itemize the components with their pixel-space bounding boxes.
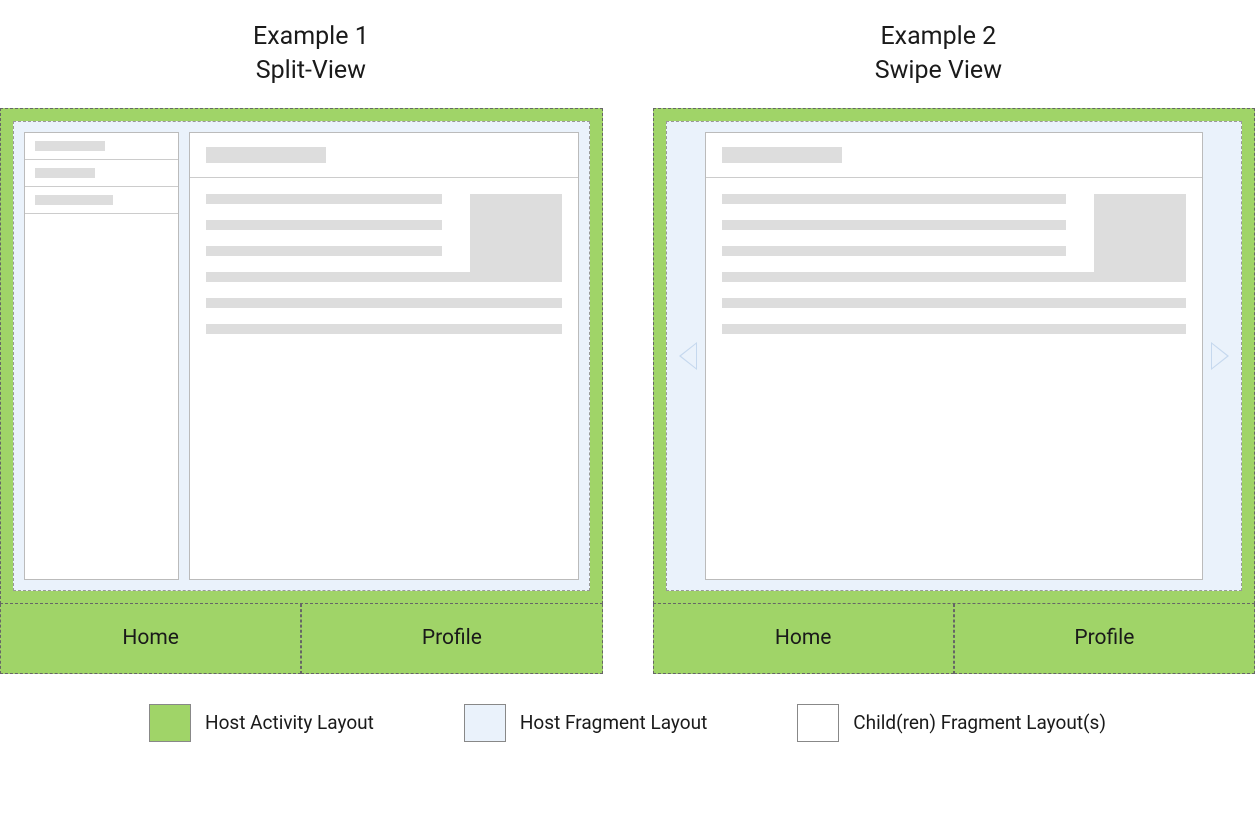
title-line: Swipe View [875,54,1002,88]
host-fragment-layout [666,121,1243,591]
placeholder-line [206,246,442,256]
example-swipe-view: Home Profile [653,108,1255,674]
child-fragment-list [24,132,179,580]
placeholder-line [206,324,562,334]
detail-body [190,178,578,366]
legend-child-fragment: Child(ren) Fragment Layout(s) [797,704,1106,742]
example-2-title: Example 2 Swipe View [875,20,1002,88]
list-item[interactable] [25,133,178,160]
detail-header [190,133,578,178]
legend-swatch-blue [464,704,506,742]
placeholder-image [470,194,562,282]
placeholder-line [35,141,105,151]
legend: Host Activity Layout Host Fragment Layou… [0,704,1255,742]
placeholder-line [722,298,1187,308]
legend-label: Host Activity Layout [205,711,374,734]
list-item[interactable] [25,160,178,187]
child-fragment-detail [189,132,579,580]
host-fragment-layout [13,121,590,591]
nav-profile[interactable]: Profile [954,604,1255,674]
placeholder-line [35,195,113,205]
titles-row: Example 1 Split-View Example 2 Swipe Vie… [0,20,1255,88]
swipe-right-arrow-icon[interactable] [1211,342,1229,370]
placeholder-line [722,194,1067,204]
title-line: Example 2 [875,20,1002,54]
swipe-view-container [677,132,1232,580]
placeholder-line [206,194,442,204]
legend-label: Child(ren) Fragment Layout(s) [853,711,1106,734]
nav-home[interactable]: Home [0,604,301,674]
legend-swatch-green [149,704,191,742]
swipe-left-arrow-icon[interactable] [679,342,697,370]
host-activity-layout [0,108,603,604]
placeholder-title [206,147,326,163]
split-view-container [24,132,579,580]
legend-label: Host Fragment Layout [520,711,707,734]
detail-header [706,133,1203,178]
legend-host-activity: Host Activity Layout [149,704,374,742]
placeholder-title [722,147,842,163]
nav-profile[interactable]: Profile [301,604,602,674]
bottom-nav: Home Profile [0,604,603,674]
title-line: Split-View [253,54,369,88]
placeholder-line [206,220,442,230]
title-line: Example 1 [253,20,369,54]
bottom-nav: Home Profile [653,604,1255,674]
placeholder-line [722,220,1067,230]
placeholder-line [722,246,1067,256]
list-item[interactable] [25,187,178,214]
example-1-title: Example 1 Split-View [253,20,369,88]
placeholder-image [1094,194,1186,282]
host-activity-layout [653,108,1255,604]
detail-body [706,178,1203,366]
placeholder-line [722,324,1187,334]
nav-home[interactable]: Home [653,604,954,674]
examples-row: Home Profile [0,108,1255,674]
example-split-view: Home Profile [0,108,603,674]
legend-swatch-white [797,704,839,742]
placeholder-line [35,168,95,178]
child-fragment-detail [705,132,1204,580]
placeholder-line [206,298,562,308]
legend-host-fragment: Host Fragment Layout [464,704,707,742]
